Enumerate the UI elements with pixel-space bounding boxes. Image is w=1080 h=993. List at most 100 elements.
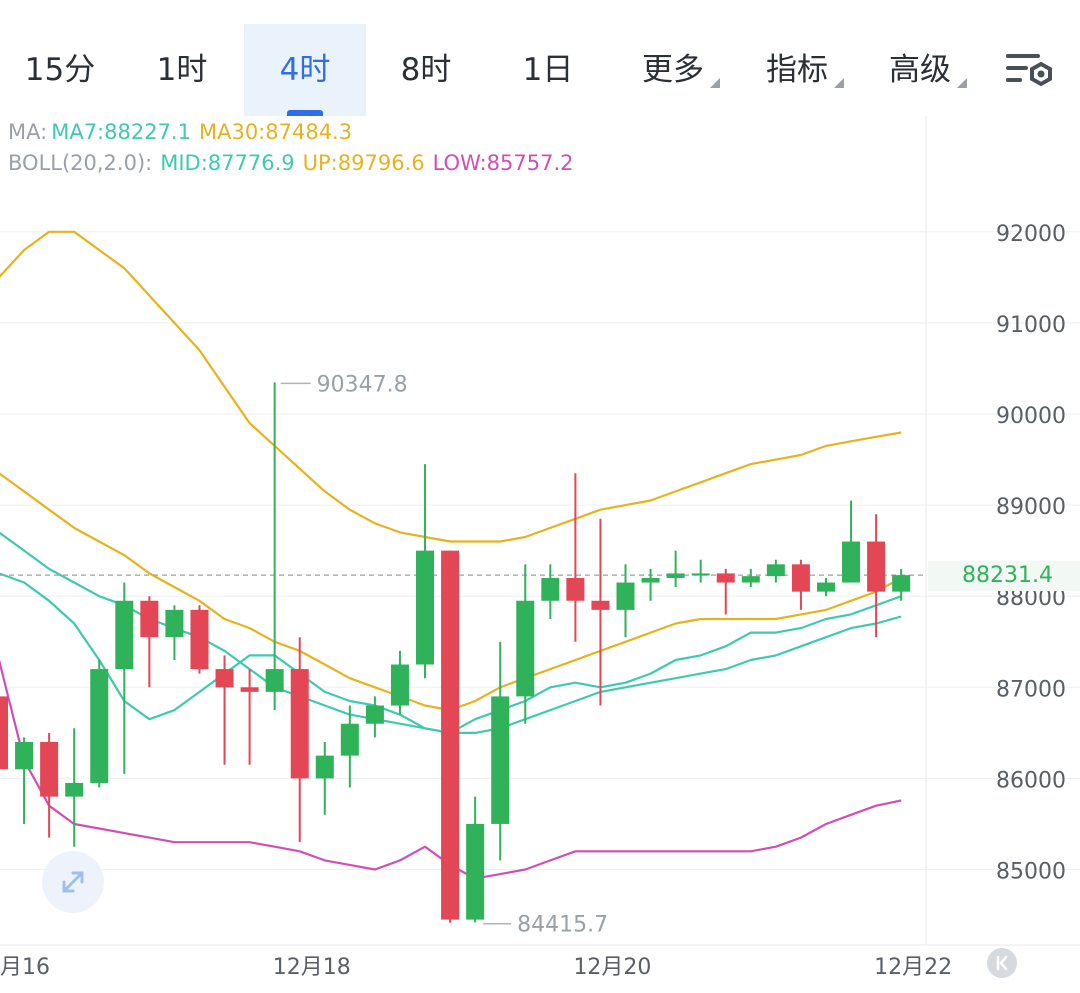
candle [791, 559, 810, 610]
candle [0, 696, 8, 770]
candle [140, 596, 159, 688]
candle-body [215, 669, 234, 688]
advanced-label: 高级 [889, 52, 951, 88]
tab-1h[interactable]: 1时 [122, 24, 242, 116]
candle-body [90, 669, 109, 783]
dropdown-triangle-icon [957, 78, 967, 88]
candle-body [315, 755, 334, 779]
candles [0, 382, 911, 923]
low-price-label: 84415.7 [517, 913, 608, 938]
candle-body [566, 577, 585, 601]
candle-body [892, 575, 911, 592]
candle-body [65, 782, 84, 797]
candle [215, 655, 234, 765]
x-tick-label: 12月16 [0, 955, 50, 980]
y-tick-label: 87000 [996, 677, 1066, 702]
candle [566, 473, 585, 642]
candle-body [791, 564, 810, 592]
tab-4h[interactable]: 4时 [244, 24, 366, 116]
candle [15, 737, 34, 824]
high-price-label: 90347.8 [317, 372, 408, 397]
candle-body [466, 823, 485, 920]
candle [466, 796, 485, 923]
indicator-dropdown[interactable]: 指标 [764, 24, 844, 116]
candle [365, 696, 384, 738]
candle [516, 564, 535, 724]
candle-body [390, 664, 409, 706]
candle-body [666, 573, 685, 578]
candle-body [716, 573, 735, 583]
more-dropdown[interactable]: 更多 [640, 24, 720, 116]
candlestick-chart[interactable]: 8500086000870008800089000920009100090000… [0, 116, 1080, 993]
dropdown-triangle-icon [710, 78, 720, 88]
candle-body [867, 541, 886, 592]
candle-body [491, 696, 510, 824]
last-price-tag: 88231.4 [928, 561, 1080, 591]
candle-body [190, 609, 209, 670]
candle-body [340, 723, 359, 756]
candle [115, 582, 134, 774]
candle [666, 550, 685, 588]
expand-fullscreen-button[interactable] [42, 851, 104, 913]
candle [315, 741, 334, 815]
candle-body [766, 564, 785, 577]
series-up-line [0, 230, 902, 543]
candle [40, 732, 59, 838]
candle-body [240, 687, 259, 692]
candle-body [40, 741, 59, 797]
indicator-lines [0, 230, 926, 880]
candle-body [140, 600, 159, 638]
skip-back-icon [996, 955, 1008, 971]
candle [165, 605, 184, 660]
x-tick-label: 12月22 [874, 955, 952, 980]
candle [816, 577, 835, 597]
candle [441, 550, 460, 923]
dropdown-triangle-icon [834, 78, 844, 88]
candle [340, 705, 359, 788]
y-tick-label: 91000 [996, 313, 1066, 338]
candle-body [165, 609, 184, 638]
candle-body [365, 705, 384, 724]
tab-8h[interactable]: 8时 [366, 24, 486, 116]
candle [842, 500, 861, 583]
y-tick-label: 90000 [996, 404, 1066, 429]
candle [741, 568, 760, 588]
candle [691, 559, 710, 583]
candle-body [290, 669, 309, 779]
candle-body [616, 582, 635, 610]
indicator-label: 指标 [766, 52, 828, 88]
chart-settings-icon[interactable] [1003, 48, 1055, 92]
expand-icon [62, 871, 84, 893]
candle [240, 669, 259, 765]
candle-body [516, 600, 535, 697]
candle-body [591, 600, 610, 610]
tab-4h-label: 4时 [279, 52, 331, 88]
candle-body [541, 577, 560, 601]
candle [90, 659, 109, 788]
candle-body [416, 550, 435, 665]
candle-body [115, 600, 134, 670]
candle [541, 564, 560, 619]
candle-body [691, 573, 710, 576]
scroll-to-latest-button[interactable] [987, 948, 1017, 978]
y-tick-label: 92000 [996, 222, 1066, 247]
candle [190, 605, 209, 674]
y-tick-label: 89000 [996, 495, 1066, 520]
x-tick-label: 12月20 [573, 955, 651, 980]
y-tick-label: 85000 [996, 860, 1066, 885]
candle [716, 568, 735, 615]
candle [390, 650, 409, 715]
candle-body [816, 582, 835, 592]
candle [65, 728, 84, 847]
tab-1d[interactable]: 1日 [488, 24, 608, 116]
more-label: 更多 [642, 52, 704, 88]
y-tick-label: 86000 [996, 768, 1066, 793]
candle-body [842, 541, 861, 583]
candle [591, 518, 610, 706]
candle-body [741, 576, 760, 583]
tab-15min[interactable]: 15分 [0, 24, 120, 116]
candle-body [15, 741, 34, 770]
candle [416, 464, 435, 679]
candle-body [641, 577, 660, 583]
advanced-dropdown[interactable]: 高级 [887, 24, 967, 116]
